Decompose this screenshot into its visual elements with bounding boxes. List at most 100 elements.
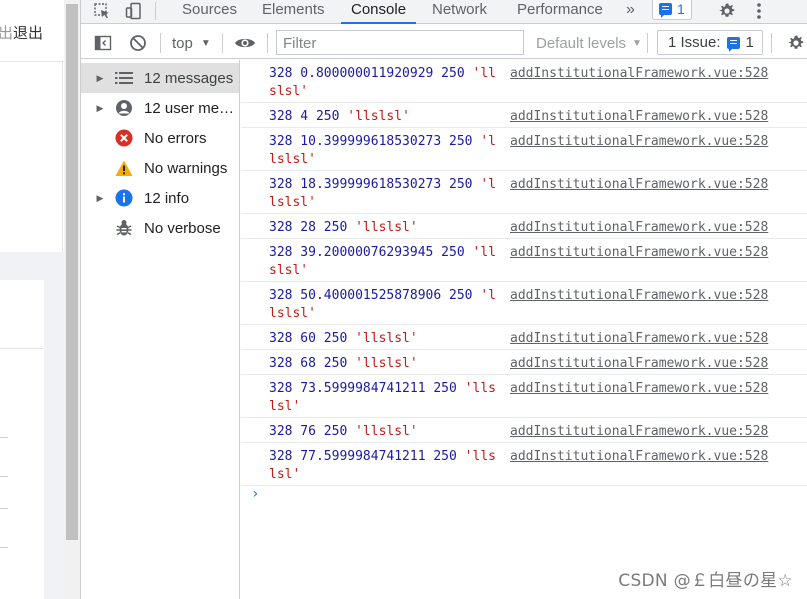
issues-label: 1 Issue:	[668, 34, 721, 51]
settings-gear-icon[interactable]	[715, 0, 739, 22]
more-tabs-button[interactable]: »	[626, 0, 635, 23]
log-levels-label: Default levels	[536, 34, 627, 52]
bug-icon	[115, 219, 133, 237]
watermark: CSDN @￡白昼の星☆	[618, 571, 793, 591]
sidebar-item-label: No errors	[144, 129, 207, 147]
tab-network[interactable]: Network	[432, 0, 487, 23]
tab-elements[interactable]: Elements	[262, 0, 325, 23]
console-message-text: 328 73.5999984741211 250 'llslsl'	[269, 380, 503, 416]
more-options-icon[interactable]	[749, 0, 769, 22]
log-number-values: 328 76 250	[269, 424, 356, 439]
log-levels-dropdown[interactable]: Default levels ▼	[536, 32, 642, 54]
tab-sources[interactable]: Sources	[182, 0, 237, 23]
console-message-text: 328 28 250 'llslsl'	[269, 219, 503, 237]
source-link[interactable]: addInstitutionalFramework.vue:528	[510, 355, 768, 373]
page-tick	[0, 437, 8, 438]
sidebar-item-user-messages[interactable]: ▶ 12 user mes...	[81, 93, 239, 123]
page-viewport: 出退出	[0, 0, 64, 599]
toolbar-separator	[222, 33, 223, 53]
console-message-row: 328 28 250 'llslsl' addInstitutionalFrame…	[241, 214, 807, 239]
source-link[interactable]: addInstitutionalFramework.vue:528	[510, 380, 768, 398]
console-output: 328 0.800000011920929 250 'llslsl' addIns…	[241, 60, 807, 599]
expand-arrow-icon[interactable]: ▶	[95, 73, 105, 84]
user-icon	[115, 99, 133, 117]
page-gray-band	[0, 252, 64, 280]
source-link[interactable]: addInstitutionalFramework.vue:528	[510, 423, 768, 441]
source-link[interactable]: addInstitutionalFramework.vue:528	[510, 65, 768, 83]
logout-link[interactable]: 出退出	[0, 22, 43, 43]
toolbar-separator	[647, 33, 648, 53]
sidebar-item-verbose[interactable]: No verbose	[81, 213, 239, 243]
console-message-row: 328 50.400001525878906 250 'llslsl' addIn…	[241, 282, 807, 325]
log-string-value: 'llslsl'	[355, 220, 418, 235]
page-tick	[0, 547, 8, 548]
page-tick	[0, 476, 8, 477]
source-link[interactable]: addInstitutionalFramework.vue:528	[510, 244, 768, 262]
source-link[interactable]: addInstitutionalFramework.vue:528	[510, 330, 768, 348]
clear-console-icon[interactable]	[128, 32, 148, 54]
toolbar-separator	[160, 33, 161, 53]
message-icon	[726, 36, 740, 52]
sidebar-item-label: 12 user mes...	[144, 99, 236, 117]
console-message-row: 328 18.399999618530273 250 'llslsl' addIn…	[241, 171, 807, 214]
source-link[interactable]: addInstitutionalFramework.vue:528	[510, 287, 768, 305]
live-expression-eye-icon[interactable]	[233, 32, 257, 54]
page-divider	[0, 348, 44, 349]
issues-button[interactable]: 1 Issue: 1	[657, 30, 763, 55]
console-message-text: 328 4 250 'llslsl'	[269, 108, 503, 126]
log-string-value: 'llslsl'	[355, 356, 418, 371]
page-scrollbar-thumb[interactable]	[66, 4, 78, 540]
sidebar-item-errors[interactable]: No errors	[81, 123, 239, 153]
sidebar-item-messages[interactable]: ▶ 12 messages	[81, 63, 239, 93]
source-link[interactable]: addInstitutionalFramework.vue:528	[510, 108, 768, 126]
issues-count: 1	[677, 0, 685, 17]
devtools-panel: Sources Elements Console Network Perform…	[80, 0, 807, 599]
page-tick	[0, 508, 8, 509]
console-message-text: 328 60 250 'llslsl'	[269, 330, 503, 348]
device-toolbar-icon[interactable]	[123, 0, 145, 22]
sidebar-item-warnings[interactable]: No warnings	[81, 153, 239, 183]
console-message-row: 328 0.800000011920929 250 'llslsl' addIns…	[241, 60, 807, 103]
sidebar-toggle-icon[interactable]	[93, 32, 113, 54]
log-number-values: 328 0.800000011920929 250	[269, 66, 473, 81]
inspect-element-icon[interactable]	[91, 0, 113, 22]
expand-arrow-icon[interactable]: ▶	[95, 103, 105, 114]
sidebar-item-label: 12 info	[144, 189, 190, 207]
tab-console[interactable]: Console	[340, 0, 417, 24]
console-settings-gear-icon[interactable]	[785, 32, 807, 54]
sidebar-item-info[interactable]: ▶ 12 info	[81, 183, 239, 213]
console-message-row: 328 68 250 'llslsl' addInstitutionalFrame…	[241, 350, 807, 375]
source-link[interactable]: addInstitutionalFramework.vue:528	[510, 448, 768, 466]
console-prompt[interactable]: ›	[251, 486, 259, 502]
log-string-value: 'llslsl'	[347, 109, 410, 124]
console-message-text: 328 18.399999618530273 250 'llslsl'	[269, 176, 503, 212]
context-label: top	[172, 34, 193, 52]
console-message-row: 328 76 250 'llslsl' addInstitutionalFrame…	[241, 418, 807, 443]
log-number-values: 328 50.400001525878906 250	[269, 288, 481, 303]
expand-arrow-icon[interactable]: ▶	[95, 193, 105, 204]
log-number-values: 328 39.20000076293945 250	[269, 245, 473, 260]
info-icon	[115, 189, 133, 207]
source-link[interactable]: addInstitutionalFramework.vue:528	[510, 219, 768, 237]
caret-down-icon: ▼	[632, 37, 642, 49]
console-message-text: 328 0.800000011920929 250 'llslsl'	[269, 65, 503, 101]
tab-performance[interactable]: Performance	[517, 0, 603, 23]
console-message-row: 328 10.399999618530273 250 'llslsl' addIn…	[241, 128, 807, 171]
console-sidebar: ▶ 12 messages ▶ 12 user mes... No errors	[81, 60, 240, 599]
caret-down-icon: ▼	[200, 37, 211, 49]
log-number-values: 328 4 250	[269, 109, 348, 124]
context-selector[interactable]: top ▼	[172, 32, 211, 54]
console-message-text: 328 77.5999984741211 250 'llslsl'	[269, 448, 503, 484]
issues-counter-button[interactable]: 1	[652, 0, 692, 20]
log-number-values: 328 18.399999618530273 250	[269, 177, 481, 192]
devtools-tabbar: Sources Elements Console Network Perform…	[81, 0, 807, 24]
logout-text: 退出	[13, 24, 44, 42]
filter-input[interactable]: Filter	[276, 30, 524, 55]
console-message-text: 328 10.399999618530273 250 'llslsl'	[269, 133, 503, 169]
source-link[interactable]: addInstitutionalFramework.vue:528	[510, 176, 768, 194]
source-link[interactable]: addInstitutionalFramework.vue:528	[510, 133, 768, 151]
issues-count: 1	[745, 34, 754, 51]
console-message-text: 328 39.20000076293945 250 'llslsl'	[269, 244, 503, 280]
page-scrollbar[interactable]	[64, 0, 80, 599]
sidebar-item-label: 12 messages	[144, 69, 234, 87]
